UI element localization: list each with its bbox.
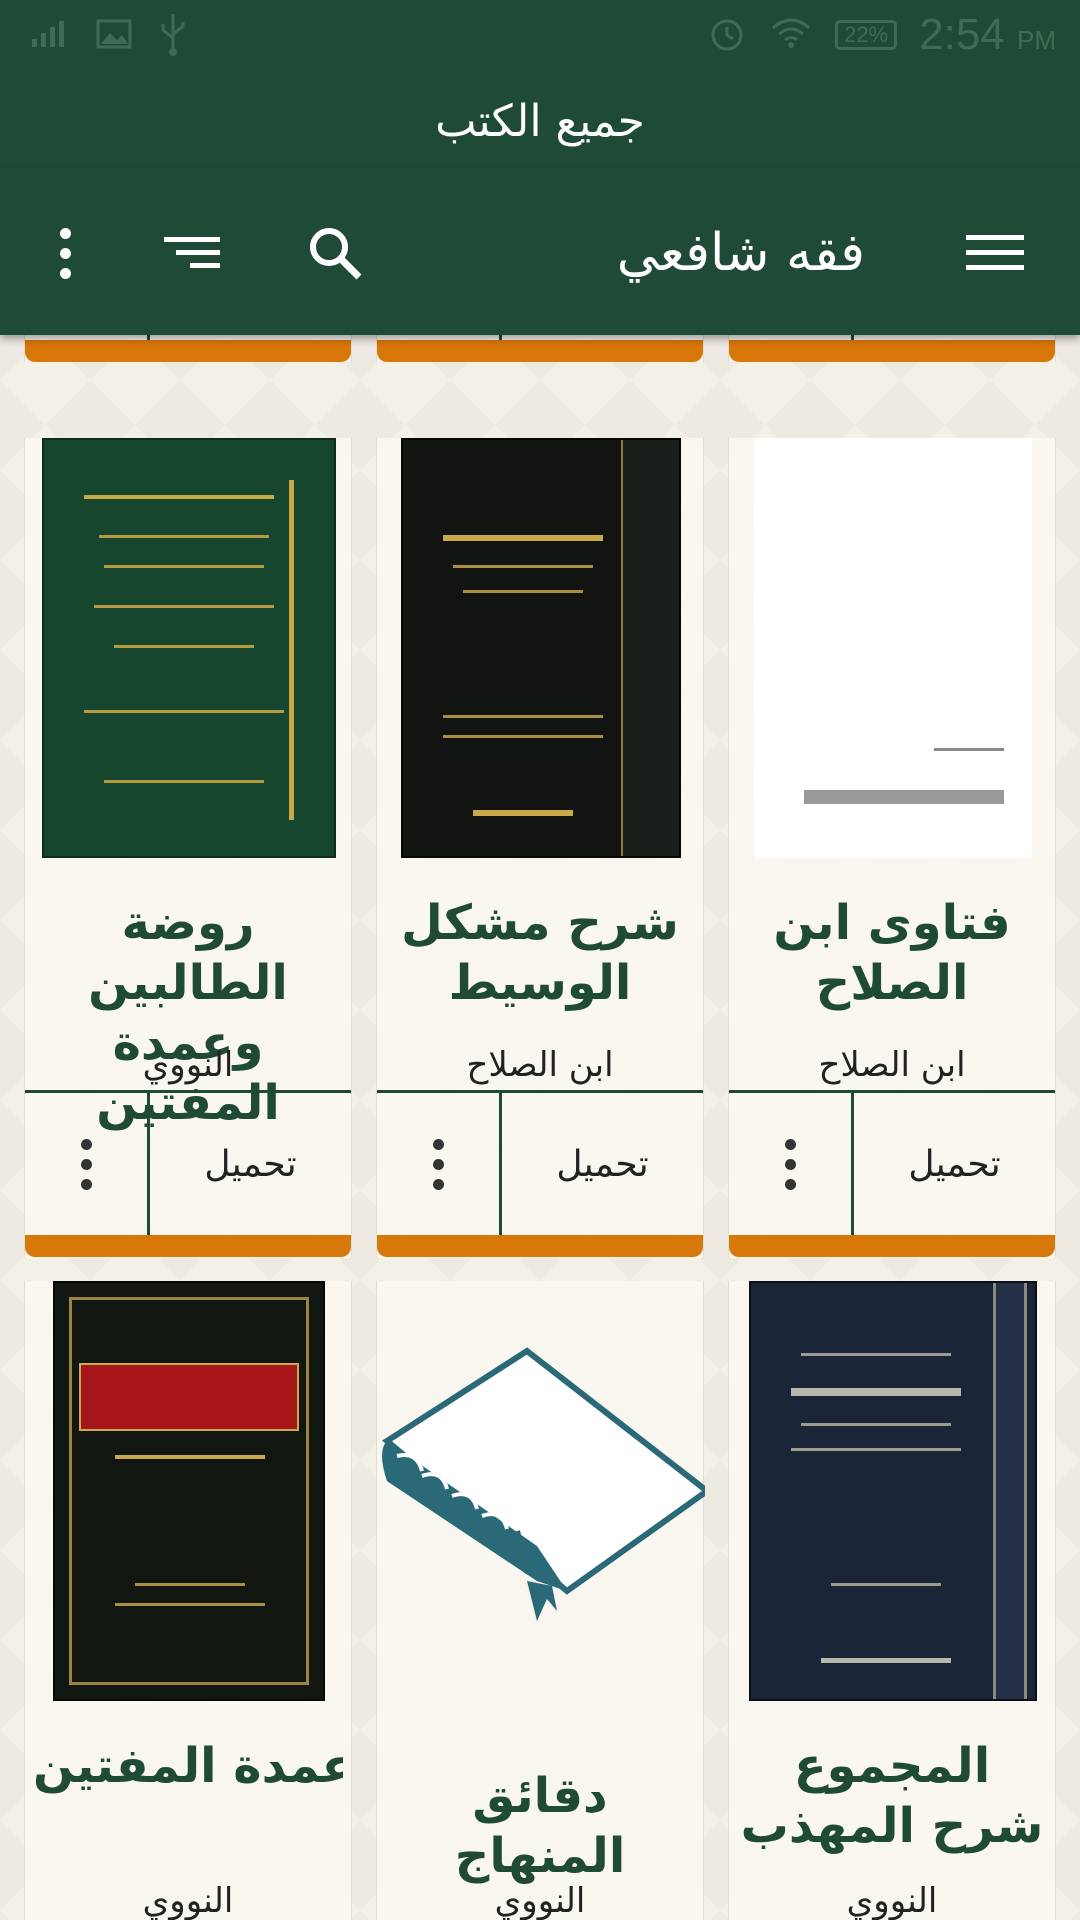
book-cover-black-cover[interactable]: [401, 438, 681, 858]
book-card[interactable]: فتاوى ابن الصلاح ابن الصلاح تحميل: [728, 438, 1056, 1258]
book-author: النووي: [142, 1045, 234, 1085]
image-icon: [96, 19, 132, 53]
card-accent-bar: [377, 1235, 703, 1257]
book-placeholder-icon[interactable]: [377, 1281, 713, 1701]
book-card[interactable]: منهاج الطالبين وعمدة المفتين... النووي: [24, 1281, 352, 1920]
alarm-icon: [707, 13, 747, 57]
book-title: المجموع شرح المهذب: [740, 1738, 1044, 1854]
book-cover-black-red-cover[interactable]: [53, 1281, 325, 1701]
book-card-partial: [24, 335, 352, 362]
book-title: شرح مشكل الوسيط: [401, 895, 679, 1011]
more-vert-icon[interactable]: [20, 208, 110, 298]
book-card[interactable]: روضة الطالبين وعمدة المفتين النووي تحميل: [24, 438, 352, 1258]
download-button[interactable]: تحميل: [502, 1093, 703, 1235]
card-accent-bar: [377, 340, 703, 362]
book-menu-button[interactable]: [377, 1093, 502, 1235]
book-cover-green-cover[interactable]: [42, 438, 336, 858]
book-title: فتاوى ابن الصلاح: [773, 895, 1011, 1011]
sort-icon[interactable]: [147, 208, 237, 298]
download-button[interactable]: تحميل: [150, 1093, 351, 1235]
book-author: النووي: [846, 1881, 938, 1920]
book-title: دقائق المنهاج: [454, 1768, 626, 1884]
card-accent-bar: [729, 1235, 1055, 1257]
more-vert-icon: [80, 1138, 92, 1190]
more-vert-icon: [784, 1138, 796, 1190]
book-card-partial: [728, 335, 1056, 362]
book-card[interactable]: دقائق المنهاج النووي: [376, 1281, 713, 1920]
hamburger-menu-icon[interactable]: [950, 208, 1040, 298]
book-menu-button[interactable]: [729, 1093, 854, 1235]
book-author: ابن الصلاح: [818, 1045, 966, 1085]
book-author: النووي: [494, 1881, 586, 1920]
book-author: النووي: [142, 1881, 234, 1920]
book-cover-white-cover[interactable]: [754, 438, 1032, 858]
book-card-partial: [376, 335, 704, 362]
usb-icon: [158, 12, 188, 60]
page-title: جميع الكتب: [0, 75, 1080, 168]
signal-icon: [30, 19, 70, 53]
battery-icon: 22%: [835, 20, 898, 50]
book-card[interactable]: المجموع شرح المهذب النووي: [728, 1281, 1056, 1920]
toolbar: فقه شافعي: [0, 168, 1080, 335]
books-grid: روضة الطالبين وعمدة المفتين النووي تحميل…: [0, 335, 1080, 1920]
download-button[interactable]: تحميل: [854, 1093, 1055, 1235]
category-title: فقه شافعي: [616, 223, 865, 283]
book-author: ابن الصلاح: [466, 1045, 614, 1085]
book-cover-navy-cover[interactable]: [749, 1281, 1037, 1701]
book-menu-button[interactable]: [25, 1093, 150, 1235]
card-accent-bar: [729, 340, 1055, 362]
status-bar: 22% 2:54 PM: [0, 0, 1080, 75]
card-accent-bar: [25, 340, 351, 362]
book-title: منهاج الطالبين وعمدة المفتين...: [33, 1738, 343, 1794]
wifi-icon: [769, 16, 813, 54]
search-icon[interactable]: [290, 208, 380, 298]
book-card[interactable]: شرح مشكل الوسيط ابن الصلاح تحميل: [376, 438, 704, 1258]
more-vert-icon: [432, 1138, 444, 1190]
page-title-text: جميع الكتب: [435, 96, 645, 147]
card-accent-bar: [25, 1235, 351, 1257]
clock: 2:54 PM: [919, 10, 1056, 59]
